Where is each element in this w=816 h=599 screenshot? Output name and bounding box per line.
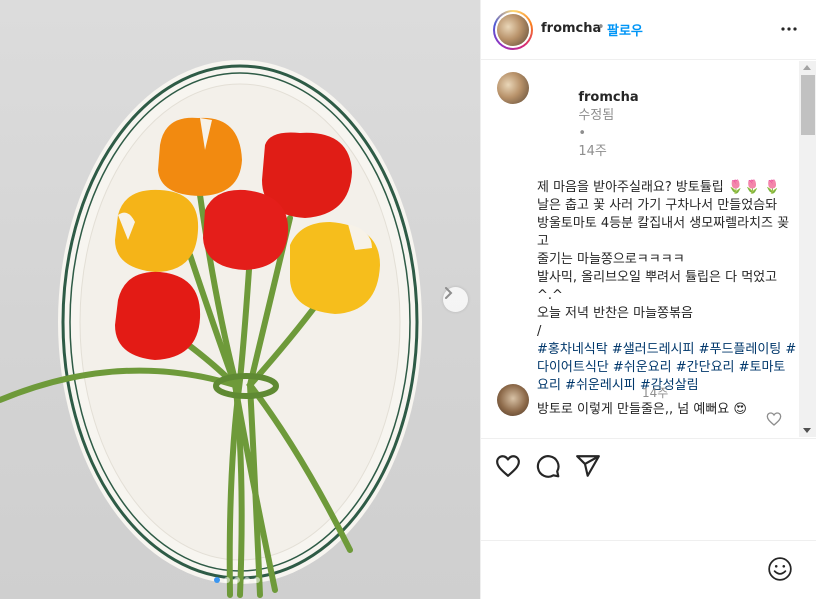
caption-line: 날은 춥고 꽃 사러 가기 구차나서 만들었슴돠 [537,198,778,213]
caption-line: / [537,324,542,339]
header-separator: • [597,20,605,35]
post-header: fromcha • 팔로우 [481,0,816,60]
post-actions [481,438,816,493]
post-details-panel: fromcha • 팔로우 fromcha 수정됨 • 14주 제 마음을 받아… [480,0,816,599]
follow-button[interactable]: 팔로우 [607,20,643,39]
carousel-dot [244,577,250,583]
post-image[interactable] [0,0,480,599]
author-avatar[interactable] [493,10,533,50]
comment-text: 방토로 이렇게 만들줄은,, 넘 예뻐요 😍 [537,402,747,417]
caption-line: 제 마음을 받아주실래요? 방토튤립 🌷🌷 🌷 [537,180,781,195]
author-username[interactable]: fromcha [541,21,601,36]
caption-username[interactable]: fromcha [578,90,638,105]
comments-scrollbar[interactable] [799,61,816,437]
like-comment-heart-icon[interactable] [766,411,782,427]
edited-label: 수정됨 [578,108,615,123]
caption-separator: • [578,126,586,141]
heart-icon[interactable] [495,453,521,479]
emoji-icon[interactable] [767,556,793,582]
tulip-plate-photo [0,60,422,598]
next-slide-button[interactable] [443,287,468,312]
caption-line: 오늘 저녁 반찬은 마늘쫑볶음 [537,306,693,321]
caption: fromcha 수정됨 • 14주 제 마음을 받아주실래요? 방토튤립 🌷🌷 … [537,71,797,395]
comment-composer [481,540,816,599]
carousel-dot [214,577,220,583]
scroll-down-arrow-icon[interactable] [803,428,811,433]
commenter-avatar[interactable] [497,384,529,416]
carousel-indicator [214,577,260,583]
caption-avatar[interactable] [497,72,529,104]
carousel-dot [254,577,260,583]
carousel-dot [224,577,230,583]
post-dialog: fromcha • 팔로우 fromcha 수정됨 • 14주 제 마음을 받아… [0,0,816,599]
caption-time[interactable]: 14주 [578,144,607,159]
scroll-up-arrow-icon[interactable] [803,65,811,70]
comment-icon[interactable] [535,453,561,479]
scroll-thumb[interactable] [801,75,815,135]
caption-line: 줄기는 마늘쫑으로ㅋㅋㅋㅋ [537,252,685,267]
carousel-dot [234,577,240,583]
chevron-right-icon [445,287,453,299]
comment-time[interactable]: 14주 [642,384,668,401]
comments-list[interactable]: fromcha 수정됨 • 14주 제 마음을 받아주실래요? 방토튤립 🌷🌷 … [481,61,816,437]
more-options-icon[interactable] [777,17,801,41]
share-icon[interactable] [575,453,601,479]
caption-line: 방울토마토 4등분 칼집내서 생모짜렐라치즈 꽂고 [537,216,790,249]
caption-line: 발사믹, 올리브오일 뿌려서 튤립은 다 먹었고^.^ [537,270,778,303]
